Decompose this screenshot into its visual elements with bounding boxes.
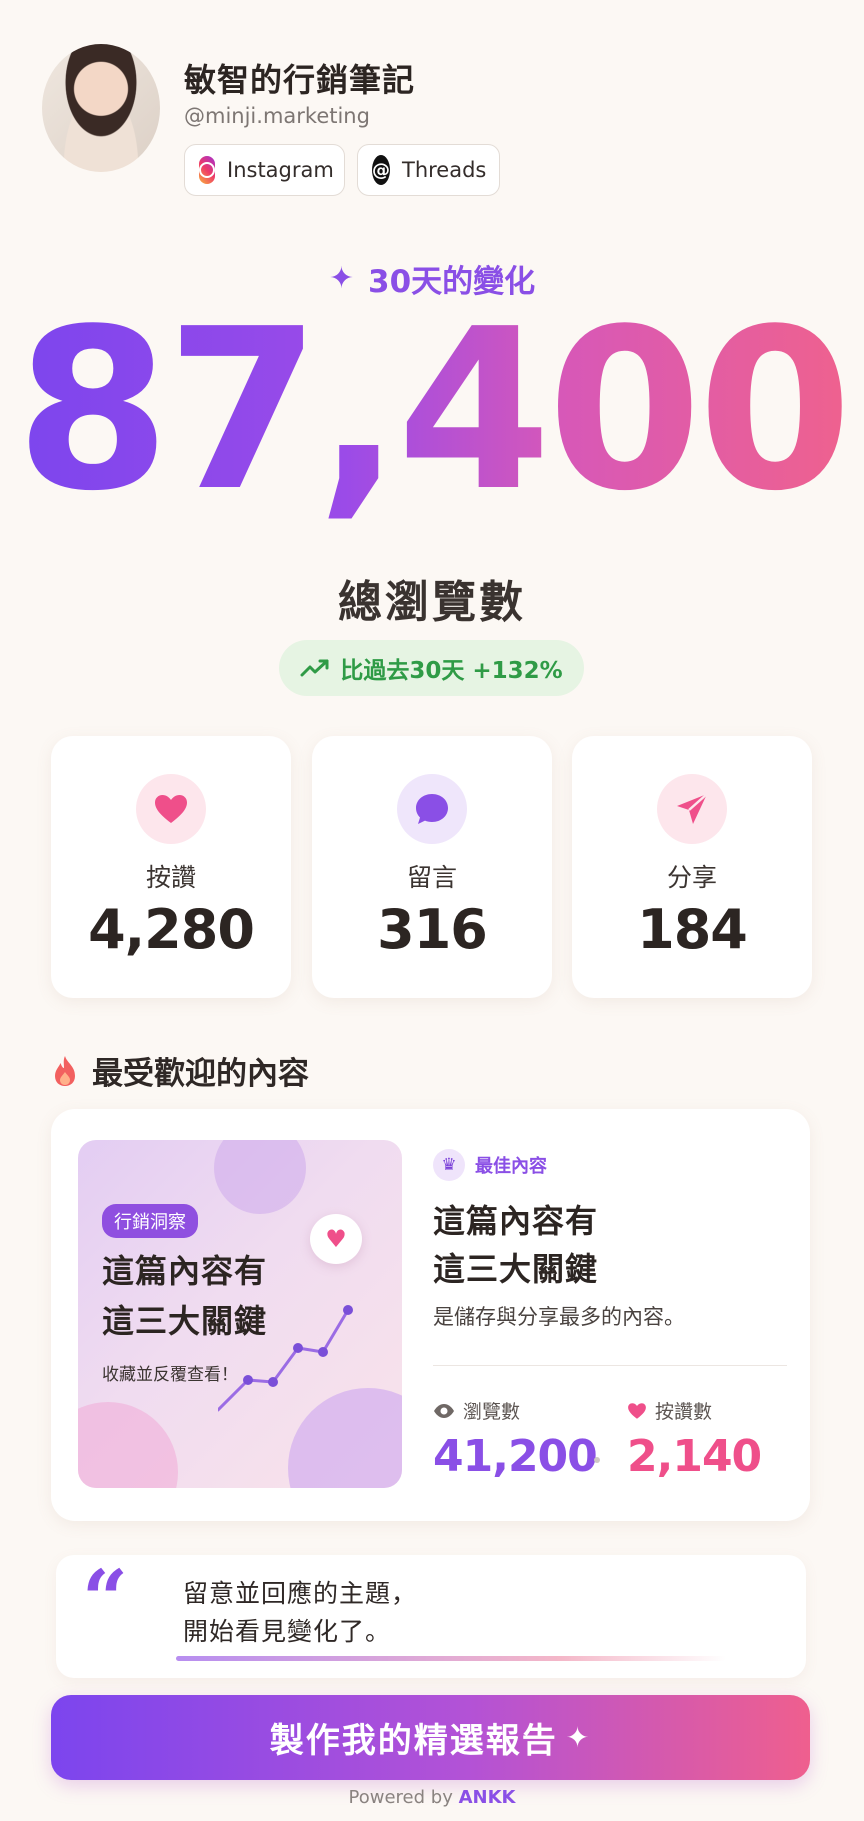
thumbnail-title-line: 這篇內容有 xyxy=(102,1252,268,1290)
stat-label: 按讚 xyxy=(145,863,196,892)
content-title-line: 這三大關鍵 xyxy=(433,1250,599,1288)
avatar xyxy=(42,44,160,172)
threads-icon: @ xyxy=(372,155,390,185)
instagram-label: Instagram xyxy=(227,158,334,182)
separator-dot xyxy=(594,1457,600,1463)
heart-icon xyxy=(136,774,206,844)
views-metric-label: 瀏覽數 xyxy=(433,1397,520,1424)
threads-label: Threads xyxy=(402,158,487,182)
content-title-line: 這篇內容有 xyxy=(433,1202,599,1240)
comment-icon xyxy=(397,774,467,844)
send-icon xyxy=(657,774,727,844)
eye-icon xyxy=(434,1403,454,1418)
best-content-badge: ♛ 最佳內容 xyxy=(433,1149,547,1181)
views-label-text: 瀏覽數 xyxy=(463,1401,521,1423)
heart-bubble-icon: ♥ xyxy=(310,1214,362,1264)
stat-label: 留言 xyxy=(406,863,457,892)
decor-blob xyxy=(78,1402,178,1488)
stat-value: 316 xyxy=(377,898,488,961)
fire-icon xyxy=(55,1055,75,1086)
trend-up-icon xyxy=(300,659,329,677)
decor-blob xyxy=(214,1140,306,1214)
quote-card: “ 留意並回應的主題， 開始看見變化了。 xyxy=(56,1555,806,1678)
stat-card-comments: 留言 316 xyxy=(312,736,552,998)
create-report-label: 製作我的精選報告 xyxy=(269,1721,558,1761)
trend-line-icon xyxy=(218,1305,353,1412)
instagram-icon xyxy=(199,156,215,184)
content-title: 這篇內容有 這三大關鍵 xyxy=(433,1197,598,1293)
stat-card-likes: 按讚 4,280 xyxy=(51,736,291,998)
popular-section-title: 最受歡迎的內容 xyxy=(52,1048,309,1093)
growth-text: 比過去30天 +132% xyxy=(340,658,563,684)
sparkle-icon: ✦ xyxy=(565,1721,592,1754)
create-report-button[interactable]: 製作我的精選報告 ✦ xyxy=(51,1695,810,1780)
best-content-label: 最佳內容 xyxy=(475,1156,547,1177)
profile-name: 敏智的行銷筆記 xyxy=(184,61,416,99)
instagram-button[interactable]: Instagram xyxy=(184,144,345,196)
quote-text: 留意並回應的主題， 開始看見變化了。 xyxy=(183,1575,417,1651)
crown-icon: ♛ xyxy=(433,1149,465,1181)
powered-by-text: Powered by xyxy=(348,1787,453,1808)
stat-label: 分享 xyxy=(666,863,717,892)
quote-mark-icon: “ xyxy=(82,1552,129,1646)
total-views-number: 87,400 xyxy=(0,300,864,522)
content-description: 是儲存與分享最多的內容。 xyxy=(433,1305,685,1329)
section-title-text: 最受歡迎的內容 xyxy=(92,1056,309,1092)
stat-value: 184 xyxy=(637,898,748,961)
heart-small-icon xyxy=(628,1402,646,1419)
threads-button[interactable]: @ Threads xyxy=(357,144,500,196)
quote-underline xyxy=(176,1656,726,1661)
growth-badge: 比過去30天 +132% xyxy=(279,640,584,696)
quote-line: 開始看見變化了。 xyxy=(183,1617,392,1646)
powered-by-footer: Powered by ANKK xyxy=(0,1787,864,1808)
divider xyxy=(433,1365,787,1366)
profile-handle: @minji.marketing xyxy=(184,104,370,128)
stat-value: 4,280 xyxy=(88,898,255,961)
views-value: 41,200 xyxy=(433,1431,598,1482)
likes-value: 2,140 xyxy=(627,1431,762,1482)
top-content-card[interactable]: 行銷洞察 這篇內容有 這三大關鍵 收藏並反覆查看！ ♥ ♛ 最佳內容 這篇內容有… xyxy=(51,1109,810,1521)
content-thumbnail[interactable]: 行銷洞察 這篇內容有 這三大關鍵 收藏並反覆查看！ ♥ xyxy=(78,1140,402,1488)
total-views-label: 總瀏覽數 xyxy=(338,577,526,628)
thumbnail-tag: 行銷洞察 xyxy=(102,1204,198,1238)
quote-line: 留意並回應的主題， xyxy=(183,1579,418,1608)
stat-card-shares: 分享 184 xyxy=(572,736,812,998)
brand-name[interactable]: ANKK xyxy=(459,1787,516,1808)
likes-metric-label: 按讚數 xyxy=(627,1397,712,1424)
likes-label-text: 按讚數 xyxy=(655,1401,713,1423)
